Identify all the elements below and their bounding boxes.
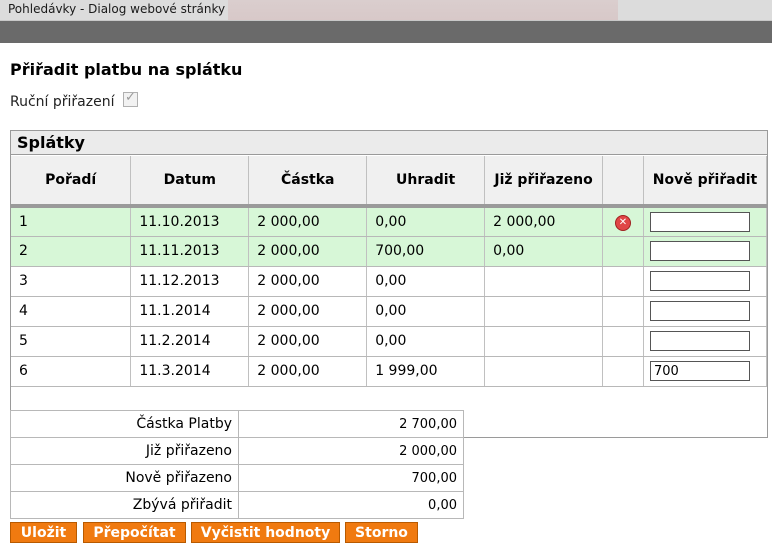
col-header-action <box>602 156 644 208</box>
cell-delete: ✕ <box>602 206 644 237</box>
cell-datum: 11.12.2013 <box>130 266 250 297</box>
page-title: Přiřadit platbu na splátku <box>10 60 243 79</box>
summary-label: Zbývá přiřadit <box>10 491 239 519</box>
cell-uhradit: 700,00 <box>366 236 486 267</box>
cell-poradi: 4 <box>11 296 132 327</box>
nove-priradit-input[interactable] <box>649 271 750 291</box>
cell-jiz-prirazeno <box>484 296 604 327</box>
cell-jiz-prirazeno <box>484 326 604 357</box>
table-row: 2 11.11.2013 2 000,00 700,00 0,00 <box>11 236 768 267</box>
window-titlebar: Pohledávky - Dialog webové stránky <box>0 0 772 21</box>
summary-value: 0,00 <box>238 491 464 519</box>
col-header-poradi[interactable]: Pořadí <box>11 156 132 208</box>
summary-row: Již přiřazeno 2 000,00 <box>10 437 464 465</box>
summary-label: Již přiřazeno <box>10 437 239 465</box>
cell-datum: 11.1.2014 <box>130 296 250 327</box>
col-header-castka[interactable]: Částka <box>248 156 368 208</box>
cell-delete <box>602 296 644 327</box>
summary-label: Částka Platby <box>10 410 239 438</box>
cell-nove-priradit <box>643 236 768 267</box>
cell-castka: 2 000,00 <box>248 326 368 357</box>
summary-label: Nově přiřazeno <box>10 464 239 492</box>
summary-row: Zbývá přiřadit 0,00 <box>10 491 464 519</box>
cell-nove-priradit <box>643 326 768 357</box>
window-title: Pohledávky - Dialog webové stránky <box>8 2 226 16</box>
cell-nove-priradit <box>643 206 768 237</box>
cell-datum: 11.11.2013 <box>130 236 250 267</box>
dialog-content: Přiřadit platbu na splátku Ruční přiřaze… <box>0 43 772 552</box>
cell-jiz-prirazeno <box>484 356 604 387</box>
col-header-nove-priradit[interactable]: Nově přiřadit <box>643 156 768 208</box>
cell-castka: 2 000,00 <box>248 236 368 267</box>
cell-jiz-prirazeno: 0,00 <box>484 236 604 267</box>
manual-assign-checkbox[interactable] <box>122 90 138 107</box>
manual-assign-row: Ruční přiřazení <box>10 90 138 110</box>
cell-delete <box>602 266 644 297</box>
cell-castka: 2 000,00 <box>248 266 368 297</box>
summary-value: 2 700,00 <box>238 410 464 438</box>
cell-poradi: 1 <box>11 206 132 237</box>
cell-delete <box>602 356 644 387</box>
summary-row: Částka Platby 2 700,00 <box>10 410 464 438</box>
summary-table: Částka Platby 2 700,00 Již přiřazeno 2 0… <box>10 410 464 519</box>
cell-datum: 11.2.2014 <box>130 326 250 357</box>
cell-datum: 11.10.2013 <box>130 206 250 237</box>
table-row: 1 11.10.2013 2 000,00 0,00 2 000,00 ✕ <box>11 206 768 237</box>
table-row: 5 11.2.2014 2 000,00 0,00 <box>11 326 768 357</box>
table-header-row: Pořadí Datum Částka Uhradit Již přiřazen… <box>11 156 768 208</box>
cell-poradi: 6 <box>11 356 132 387</box>
dialog-header-bar <box>0 21 772 43</box>
col-header-uhradit[interactable]: Uhradit <box>366 156 486 208</box>
cell-nove-priradit <box>643 296 768 327</box>
cell-uhradit: 0,00 <box>366 206 486 237</box>
cell-castka: 2 000,00 <box>248 296 368 327</box>
nove-priradit-input[interactable] <box>649 241 750 261</box>
cell-castka: 2 000,00 <box>248 206 368 237</box>
installments-grid: Splátky Pořadí Datum Částka Uhradit Již … <box>10 130 768 438</box>
background-window-strip <box>228 0 618 20</box>
cell-nove-priradit <box>643 266 768 297</box>
nove-priradit-input[interactable] <box>649 211 750 232</box>
nove-priradit-input[interactable] <box>649 331 750 351</box>
grid-title: Splátky <box>11 131 767 155</box>
clear-values-button[interactable]: Vyčistit hodnoty <box>191 522 340 543</box>
cell-datum: 11.3.2014 <box>130 356 250 387</box>
cell-jiz-prirazeno <box>484 266 604 297</box>
cell-delete <box>602 326 644 357</box>
col-header-jiz-prirazeno[interactable]: Již přiřazeno <box>484 156 604 208</box>
nove-priradit-input[interactable] <box>649 301 750 321</box>
table-row: 3 11.12.2013 2 000,00 0,00 <box>11 266 768 297</box>
cell-nove-priradit <box>643 356 768 387</box>
summary-value: 2 000,00 <box>238 437 464 465</box>
cell-poradi: 2 <box>11 236 132 267</box>
manual-assign-label: Ruční přiřazení <box>10 94 115 110</box>
installments-table: Pořadí Datum Částka Uhradit Již přiřazen… <box>11 156 768 387</box>
cell-poradi: 3 <box>11 266 132 297</box>
save-button[interactable]: Uložit <box>10 522 77 543</box>
summary-row: Nově přiřazeno 700,00 <box>10 464 464 492</box>
summary-value: 700,00 <box>238 464 464 492</box>
cell-uhradit: 0,00 <box>366 296 486 327</box>
col-header-datum[interactable]: Datum <box>130 156 250 208</box>
cell-delete <box>602 236 644 267</box>
table-row: 4 11.1.2014 2 000,00 0,00 <box>11 296 768 327</box>
recalculate-button[interactable]: Přepočítat <box>83 522 186 543</box>
cancel-button[interactable]: Storno <box>345 522 418 543</box>
cell-poradi: 5 <box>11 326 132 357</box>
cell-uhradit: 0,00 <box>366 326 486 357</box>
cell-jiz-prirazeno: 2 000,00 <box>484 206 604 237</box>
remove-icon[interactable]: ✕ <box>615 214 631 231</box>
nove-priradit-input[interactable] <box>649 361 750 381</box>
cell-uhradit: 0,00 <box>366 266 486 297</box>
cell-uhradit: 1 999,00 <box>366 356 486 387</box>
cell-castka: 2 000,00 <box>248 356 368 387</box>
table-row: 6 11.3.2014 2 000,00 1 999,00 <box>11 356 768 387</box>
